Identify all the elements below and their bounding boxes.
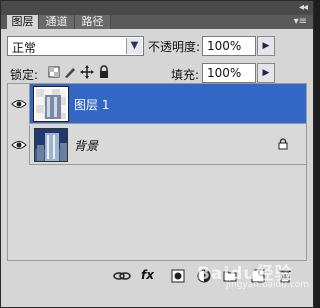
layer-thumbnail[interactable]	[33, 86, 69, 122]
eye-icon	[11, 141, 27, 149]
lock-icon	[278, 138, 288, 150]
opacity-label: 不透明度:	[148, 40, 201, 54]
lock-brush-icon[interactable]	[63, 65, 77, 79]
mask-icon[interactable]	[171, 268, 185, 284]
chevron-down-icon[interactable]: ▼	[126, 38, 142, 54]
tab-bar: 图层 通道 路径 ▾≡	[1, 15, 313, 29]
blend-mode-select[interactable]: 正常 ▼	[7, 36, 144, 56]
fill-label: 填充:	[171, 68, 200, 82]
opacity-slider-button[interactable]: ▶	[257, 36, 275, 56]
tab-paths[interactable]: 路径	[75, 15, 111, 29]
fx-icon[interactable]: fx	[141, 268, 154, 284]
opacity-input[interactable]: 100%	[202, 36, 256, 56]
tab-channels[interactable]: 通道	[39, 15, 75, 29]
layers-panel: ◂◂ 图层 通道 路径 ▾≡ 正常 ▼ 不透明度: 100% ▶ 锁定: 填充:…	[0, 0, 314, 308]
fill-slider-button[interactable]: ▶	[257, 63, 275, 83]
lock-move-icon[interactable]	[80, 65, 94, 79]
collapse-icon[interactable]: ◂◂	[299, 2, 308, 13]
panel-menu-icon[interactable]: ▾≡	[294, 16, 307, 27]
visibility-toggle[interactable]	[8, 125, 30, 165]
visibility-toggle[interactable]	[8, 84, 30, 124]
link-icon[interactable]	[113, 268, 131, 284]
layer-row-background[interactable]: 背景	[8, 125, 306, 165]
layer-name[interactable]: 背景	[74, 137, 98, 154]
eye-icon	[11, 100, 27, 108]
layer-row-1[interactable]: 图层 1	[8, 84, 306, 124]
lock-all-icon[interactable]	[97, 65, 111, 79]
lock-label: 锁定:	[10, 68, 39, 82]
panel-header: ◂◂	[1, 1, 313, 15]
blend-mode-value: 正常	[12, 41, 37, 55]
tab-layers[interactable]: 图层	[7, 15, 39, 29]
lock-transparent-icon[interactable]	[47, 65, 61, 79]
layer-thumbnail[interactable]	[34, 128, 68, 162]
layer-name[interactable]: 图层 1	[74, 96, 109, 113]
layers-list: 图层 1 背景	[7, 83, 307, 261]
fill-input[interactable]: 100%	[202, 63, 256, 83]
watermark-url: jingyan.baidu.com	[226, 280, 310, 290]
